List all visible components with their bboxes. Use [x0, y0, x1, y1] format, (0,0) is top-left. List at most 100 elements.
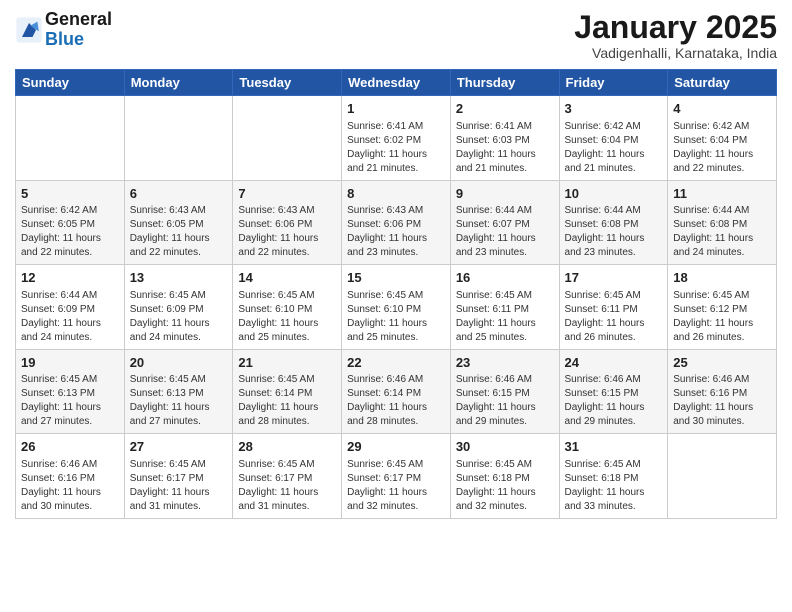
col-sunday: Sunday: [16, 70, 125, 96]
calendar-cell: 7Sunrise: 6:43 AM Sunset: 6:06 PM Daylig…: [233, 180, 342, 265]
day-number: 20: [130, 354, 228, 372]
calendar-cell: 8Sunrise: 6:43 AM Sunset: 6:06 PM Daylig…: [342, 180, 451, 265]
day-number: 15: [347, 269, 445, 287]
day-number: 29: [347, 438, 445, 456]
day-number: 7: [238, 185, 336, 203]
day-info: Sunrise: 6:45 AM Sunset: 6:17 PM Dayligh…: [238, 458, 336, 514]
day-number: 31: [565, 438, 663, 456]
day-number: 3: [565, 100, 663, 118]
calendar-cell: [124, 96, 233, 181]
day-number: 9: [456, 185, 554, 203]
calendar-cell: 10Sunrise: 6:44 AM Sunset: 6:08 PM Dayli…: [559, 180, 668, 265]
day-info: Sunrise: 6:42 AM Sunset: 6:04 PM Dayligh…: [565, 120, 663, 176]
day-info: Sunrise: 6:45 AM Sunset: 6:18 PM Dayligh…: [565, 458, 663, 514]
calendar-cell: 31 Sunrise: 6:45 AM Sunset: 6:18 PM Dayli…: [559, 434, 668, 519]
day-info: Sunrise: 6:45 AM Sunset: 6:17 PM Dayligh…: [130, 458, 228, 514]
day-info: Sunrise: 6:45 AM Sunset: 6:18 PM Dayligh…: [456, 458, 554, 514]
logo-text: General Blue: [45, 10, 112, 50]
day-number: 22: [347, 354, 445, 372]
day-number: 6: [130, 185, 228, 203]
day-info: Sunrise: 6:46 AM Sunset: 6:16 PM Dayligh…: [673, 373, 771, 429]
calendar-cell: 5Sunrise: 6:42 AM Sunset: 6:05 PM Daylig…: [16, 180, 125, 265]
header: General Blue January 2025 Vadigenhalli, …: [15, 10, 777, 61]
col-wednesday: Wednesday: [342, 70, 451, 96]
calendar-week-row: 12 Sunrise: 6:44 AM Sunset: 6:09 PM Dayli…: [16, 265, 777, 350]
day-info: Sunrise: 6:42 AM Sunset: 6:04 PM Dayligh…: [673, 120, 771, 176]
calendar-week-row: 19Sunrise: 6:45 AM Sunset: 6:13 PM Dayli…: [16, 349, 777, 434]
calendar-cell: 22Sunrise: 6:46 AM Sunset: 6:14 PM Dayli…: [342, 349, 451, 434]
calendar-cell: 2Sunrise: 6:41 AM Sunset: 6:03 PM Daylig…: [450, 96, 559, 181]
day-number: 11: [673, 185, 771, 203]
day-number: 26: [21, 438, 119, 456]
day-number: 10: [565, 185, 663, 203]
calendar-table: Sunday Monday Tuesday Wednesday Thursday…: [15, 69, 777, 519]
day-info: Sunrise: 6:43 AM Sunset: 6:06 PM Dayligh…: [347, 204, 445, 260]
day-info: Sunrise: 6:43 AM Sunset: 6:06 PM Dayligh…: [238, 204, 336, 260]
day-number: 17: [565, 269, 663, 287]
day-number: 25: [673, 354, 771, 372]
title-block: January 2025 Vadigenhalli, Karnataka, In…: [574, 10, 777, 61]
calendar-cell: 11Sunrise: 6:44 AM Sunset: 6:08 PM Dayli…: [668, 180, 777, 265]
day-info: Sunrise: 6:46 AM Sunset: 6:15 PM Dayligh…: [565, 373, 663, 429]
day-info: Sunrise: 6:44 AM Sunset: 6:07 PM Dayligh…: [456, 204, 554, 260]
calendar-cell: 26 Sunrise: 6:46 AM Sunset: 6:16 PM Dayli…: [16, 434, 125, 519]
calendar-cell: [668, 434, 777, 519]
day-info: Sunrise: 6:45 AM Sunset: 6:12 PM Dayligh…: [673, 289, 771, 345]
day-number: 8: [347, 185, 445, 203]
calendar-cell: 21Sunrise: 6:45 AM Sunset: 6:14 PM Dayli…: [233, 349, 342, 434]
day-number: 5: [21, 185, 119, 203]
day-info: Sunrise: 6:45 AM Sunset: 6:17 PM Dayligh…: [347, 458, 445, 514]
calendar-cell: [233, 96, 342, 181]
col-saturday: Saturday: [668, 70, 777, 96]
calendar-week-row: 5Sunrise: 6:42 AM Sunset: 6:05 PM Daylig…: [16, 180, 777, 265]
day-info: Sunrise: 6:42 AM Sunset: 6:05 PM Dayligh…: [21, 204, 119, 260]
logo-line2: Blue: [45, 30, 112, 50]
day-info: Sunrise: 6:46 AM Sunset: 6:16 PM Dayligh…: [21, 458, 119, 514]
calendar-cell: 25Sunrise: 6:46 AM Sunset: 6:16 PM Dayli…: [668, 349, 777, 434]
day-info: Sunrise: 6:45 AM Sunset: 6:11 PM Dayligh…: [456, 289, 554, 345]
calendar-week-row: 26 Sunrise: 6:46 AM Sunset: 6:16 PM Dayli…: [16, 434, 777, 519]
day-info: Sunrise: 6:45 AM Sunset: 6:11 PM Dayligh…: [565, 289, 663, 345]
col-tuesday: Tuesday: [233, 70, 342, 96]
day-number: 1: [347, 100, 445, 118]
day-info: Sunrise: 6:45 AM Sunset: 6:13 PM Dayligh…: [21, 373, 119, 429]
day-number: 12: [21, 269, 119, 287]
calendar-cell: 20Sunrise: 6:45 AM Sunset: 6:13 PM Dayli…: [124, 349, 233, 434]
calendar-cell: 3 Sunrise: 6:42 AM Sunset: 6:04 PM Daylig…: [559, 96, 668, 181]
calendar-cell: 24Sunrise: 6:46 AM Sunset: 6:15 PM Dayli…: [559, 349, 668, 434]
day-info: Sunrise: 6:44 AM Sunset: 6:08 PM Dayligh…: [565, 204, 663, 260]
calendar-header-row: Sunday Monday Tuesday Wednesday Thursday…: [16, 70, 777, 96]
day-number: 30: [456, 438, 554, 456]
calendar-cell: 1 Sunrise: 6:41 AM Sunset: 6:02 PM Daylig…: [342, 96, 451, 181]
calendar-cell: 13Sunrise: 6:45 AM Sunset: 6:09 PM Dayli…: [124, 265, 233, 350]
day-number: 23: [456, 354, 554, 372]
day-info: Sunrise: 6:45 AM Sunset: 6:10 PM Dayligh…: [347, 289, 445, 345]
calendar-cell: 14Sunrise: 6:45 AM Sunset: 6:10 PM Dayli…: [233, 265, 342, 350]
day-info: Sunrise: 6:44 AM Sunset: 6:08 PM Dayligh…: [673, 204, 771, 260]
day-info: Sunrise: 6:45 AM Sunset: 6:10 PM Dayligh…: [238, 289, 336, 345]
calendar-cell: 19Sunrise: 6:45 AM Sunset: 6:13 PM Dayli…: [16, 349, 125, 434]
day-info: Sunrise: 6:44 AM Sunset: 6:09 PM Dayligh…: [21, 289, 119, 345]
calendar-cell: 29 Sunrise: 6:45 AM Sunset: 6:17 PM Dayli…: [342, 434, 451, 519]
day-info: Sunrise: 6:41 AM Sunset: 6:02 PM Dayligh…: [347, 120, 445, 176]
calendar-cell: 16 Sunrise: 6:45 AM Sunset: 6:11 PM Dayli…: [450, 265, 559, 350]
calendar-cell: 17 Sunrise: 6:45 AM Sunset: 6:11 PM Dayli…: [559, 265, 668, 350]
day-number: 24: [565, 354, 663, 372]
calendar-week-row: 1 Sunrise: 6:41 AM Sunset: 6:02 PM Daylig…: [16, 96, 777, 181]
day-number: 16: [456, 269, 554, 287]
col-friday: Friday: [559, 70, 668, 96]
col-thursday: Thursday: [450, 70, 559, 96]
day-number: 19: [21, 354, 119, 372]
day-info: Sunrise: 6:45 AM Sunset: 6:09 PM Dayligh…: [130, 289, 228, 345]
logo-icon: [15, 16, 43, 44]
calendar-cell: 9Sunrise: 6:44 AM Sunset: 6:07 PM Daylig…: [450, 180, 559, 265]
day-info: Sunrise: 6:45 AM Sunset: 6:13 PM Dayligh…: [130, 373, 228, 429]
calendar-cell: 18 Sunrise: 6:45 AM Sunset: 6:12 PM Dayli…: [668, 265, 777, 350]
calendar-cell: 30 Sunrise: 6:45 AM Sunset: 6:18 PM Dayli…: [450, 434, 559, 519]
calendar-cell: 28Sunrise: 6:45 AM Sunset: 6:17 PM Dayli…: [233, 434, 342, 519]
day-number: 18: [673, 269, 771, 287]
day-info: Sunrise: 6:43 AM Sunset: 6:05 PM Dayligh…: [130, 204, 228, 260]
page: General Blue January 2025 Vadigenhalli, …: [0, 0, 792, 612]
calendar-cell: [16, 96, 125, 181]
day-number: 4: [673, 100, 771, 118]
